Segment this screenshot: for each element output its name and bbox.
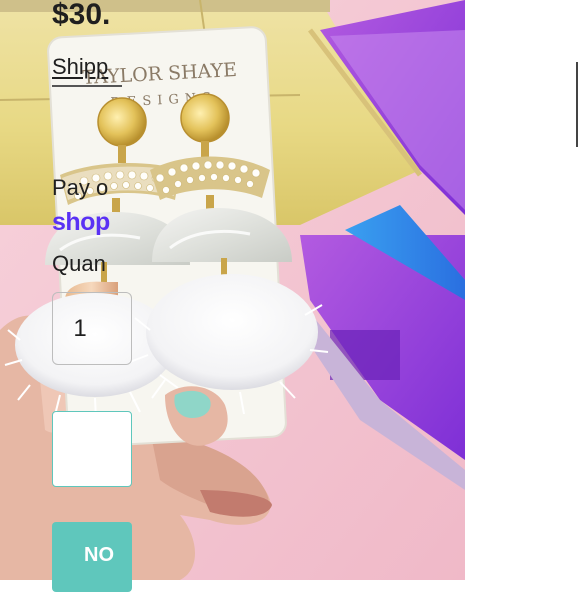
buy-now-button[interactable]: NO [52, 522, 132, 592]
shop-pay-logo[interactable]: shop [52, 208, 110, 237]
product-photo-art: TAYLOR SHAYE DESIGNS [0, 0, 465, 580]
product-info-panel [465, 0, 580, 580]
shipping-link[interactable]: Shipp [52, 54, 108, 80]
quantity-input[interactable]: 1 [52, 292, 132, 365]
divider [52, 85, 122, 87]
scrollbar[interactable] [576, 62, 578, 147]
price: $30. [52, 0, 111, 31]
product-image[interactable]: TAYLOR SHAYE DESIGNS [0, 0, 465, 580]
quantity-label: Quan [52, 251, 106, 276]
add-to-cart-button[interactable] [52, 411, 132, 487]
quantity-value: 1 [73, 314, 87, 342]
buy-now-label: NO [84, 544, 114, 566]
pay-over-time-text: Pay o [52, 175, 109, 200]
